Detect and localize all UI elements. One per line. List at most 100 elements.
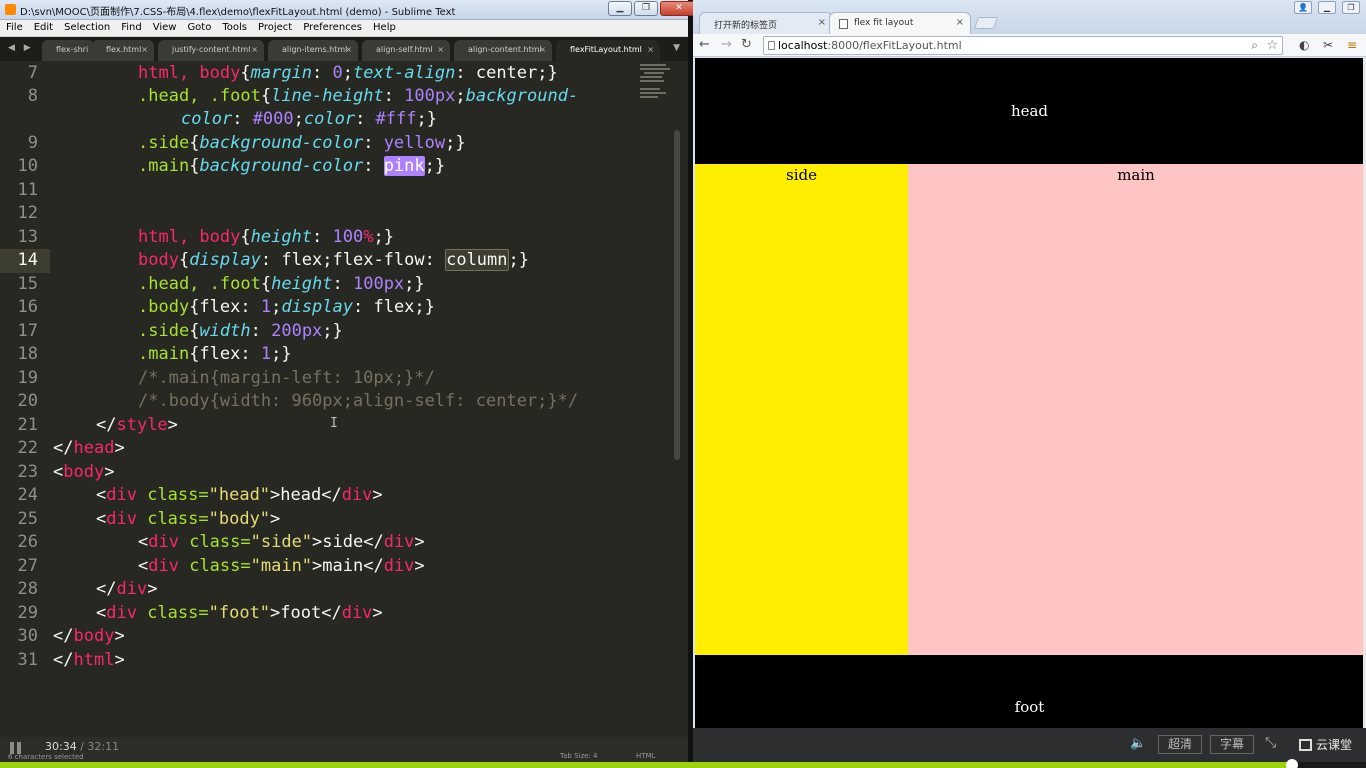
- zoom-icon[interactable]: ⌕: [1251, 38, 1258, 53]
- tab-close-icon[interactable]: ×: [141, 45, 148, 54]
- bookmark-star-icon[interactable]: ☆: [1266, 38, 1278, 53]
- back-icon[interactable]: ←: [699, 37, 710, 52]
- line-number: 11: [17, 180, 38, 200]
- tab-close-icon[interactable]: ×: [647, 45, 654, 54]
- tab-dropdown-icon[interactable]: ▼: [673, 43, 680, 53]
- editor-tab[interactable]: align-items.html ×: [268, 40, 358, 61]
- menu-item-help[interactable]: Help: [367, 20, 401, 36]
- line-number: 26: [17, 532, 38, 552]
- tab-size-status[interactable]: Tab Size: 4: [560, 752, 597, 760]
- new-tab-button[interactable]: [973, 17, 999, 29]
- line-number: 13: [17, 227, 38, 247]
- menu-item-goto[interactable]: Goto: [181, 20, 216, 36]
- browser-tab-flexfit[interactable]: flex fit layout ×: [829, 12, 971, 34]
- selected-text: pink: [383, 156, 425, 176]
- brand-icon: [1299, 739, 1312, 751]
- editor-tab[interactable]: flexFitLayout.html ×: [556, 40, 660, 61]
- line-number: 23: [17, 462, 38, 482]
- browser-tab-newtab[interactable]: 打开新的标签页 ×: [699, 12, 833, 34]
- syntax-status[interactable]: HTML: [636, 752, 655, 760]
- editor-tab-label: align-self.html: [376, 45, 433, 54]
- menu-item-tools[interactable]: Tools: [216, 20, 252, 36]
- tab-close-icon[interactable]: ×: [818, 17, 826, 28]
- line-number: 31: [17, 650, 38, 670]
- tab-close-icon[interactable]: ×: [251, 45, 258, 54]
- editor-tab-label: align-items.html: [282, 45, 348, 54]
- page-icon: [768, 41, 775, 50]
- page-favicon-icon: [839, 19, 848, 29]
- line-number: 22: [17, 438, 38, 458]
- menu-item-view[interactable]: View: [147, 20, 182, 36]
- page-side-block: side: [695, 164, 908, 655]
- menu-item-project[interactable]: Project: [252, 20, 297, 36]
- code-line-13: html, body{height: 100%;}: [138, 227, 394, 247]
- code-line-27: <div class="main">main</div>: [138, 556, 425, 576]
- code-line-9: .side{background-color: yellow;}: [138, 133, 466, 153]
- line-number: 8: [27, 86, 38, 106]
- editor-tab[interactable]: align-self.html ×: [362, 40, 450, 61]
- line-number: 27: [17, 556, 38, 576]
- brand-logo: 云课堂: [1299, 736, 1352, 753]
- video-controls: 🔈 超清 字幕 ⤡ 云课堂: [693, 728, 1366, 762]
- maximize-button[interactable]: ❐: [634, 1, 658, 16]
- code-line-24: <div class="head">head</div>: [96, 485, 383, 505]
- code-line-28: </div>: [96, 579, 158, 599]
- minimize-button[interactable]: ▁: [608, 1, 632, 16]
- maximize-button[interactable]: ❐: [1342, 1, 1360, 14]
- code-line-8-wrap: color: #000;color: #fff;}: [181, 109, 437, 129]
- minimap[interactable]: [634, 61, 674, 105]
- tab-close-icon[interactable]: ×: [539, 45, 546, 54]
- address-bar[interactable]: localhost:8000/flexFitLayout.html ⌕ ☆: [763, 36, 1283, 55]
- tab-close-icon[interactable]: ×: [345, 45, 352, 54]
- code-editor[interactable]: 7 8 9 10 11 12 13 14 15 16 17 18 19 20 21 22 23 24 25 26 27 2…: [0, 61, 688, 737]
- page-head-block: head: [695, 58, 1364, 164]
- user-icon[interactable]: 👤: [1294, 1, 1312, 14]
- extension-tool-icon[interactable]: ✂: [1323, 38, 1333, 52]
- browser-toolbar: ← → ↻ localhost:8000/flexFitLayout.html …: [693, 34, 1366, 57]
- window-title: D:\svn\MOOC\页面制作\7.CSS-布局\4.flex\demo\fl…: [20, 7, 456, 18]
- editor-tab-label: justify-content.html: [172, 45, 251, 54]
- code-line-23: <body>: [53, 462, 115, 482]
- forward-icon[interactable]: →: [721, 37, 732, 52]
- video-progress-bar[interactable]: [0, 759, 1366, 768]
- match-highlight: column: [445, 249, 509, 271]
- editor-scrollbar[interactable]: [674, 130, 680, 460]
- sublime-app-icon: [5, 4, 16, 15]
- progress-knob[interactable]: [1286, 759, 1299, 768]
- menu-icon[interactable]: ≡: [1347, 38, 1357, 52]
- editor-tab[interactable]: justify-content.html ×: [158, 40, 264, 61]
- code-line-8: .head, .foot{line-height: 100px;backgrou…: [138, 86, 579, 106]
- menu-item-edit[interactable]: Edit: [28, 20, 58, 36]
- editor-tab[interactable]: align-content.html ×: [454, 40, 552, 61]
- editor-tab[interactable]: flex.html ×: [92, 40, 154, 61]
- menu-item-preferences[interactable]: Preferences: [297, 20, 367, 36]
- line-number: 16: [17, 297, 38, 317]
- code-line-14: body{display: flex;flex-flow: column;}: [138, 249, 529, 271]
- quality-button[interactable]: 超清: [1158, 735, 1202, 754]
- line-number: 29: [17, 603, 38, 623]
- fullscreen-icon[interactable]: ⤡: [1265, 735, 1276, 751]
- tab-nav-arrows-icon[interactable]: ◀ ▶: [8, 43, 34, 53]
- minimize-button[interactable]: ▁: [1318, 1, 1336, 14]
- page-main-block: main: [908, 164, 1364, 655]
- code-line-7: html, body{margin: 0;text-align: center;…: [138, 63, 558, 83]
- browser-window-controls: 👤 ▁ ❐: [1294, 1, 1360, 14]
- menu-item-selection[interactable]: Selection: [58, 20, 115, 36]
- line-number: 10: [17, 156, 38, 176]
- editor-tab[interactable]: flex-shri: [42, 40, 94, 61]
- tab-close-icon[interactable]: ×: [437, 45, 444, 54]
- menu-item-file[interactable]: File: [0, 20, 28, 36]
- line-number: 17: [17, 321, 38, 341]
- volume-icon[interactable]: 🔈: [1130, 736, 1146, 751]
- tab-close-icon[interactable]: ×: [956, 17, 964, 28]
- line-number: 18: [17, 344, 38, 364]
- reload-icon[interactable]: ↻: [741, 37, 752, 52]
- menu-item-find[interactable]: Find: [115, 20, 147, 36]
- line-number: 24: [17, 485, 38, 505]
- page-foot-block: foot: [695, 655, 1364, 728]
- browser-tab-bar: 打开新的标签页 × flex fit layout × 👤 ▁ ❐: [693, 0, 1366, 34]
- video-time: 30:34 / 32:11: [45, 740, 120, 753]
- subtitle-button[interactable]: 字幕: [1210, 735, 1254, 754]
- page-body-block: side main: [695, 164, 1364, 655]
- extension-icon[interactable]: ◐: [1299, 38, 1309, 52]
